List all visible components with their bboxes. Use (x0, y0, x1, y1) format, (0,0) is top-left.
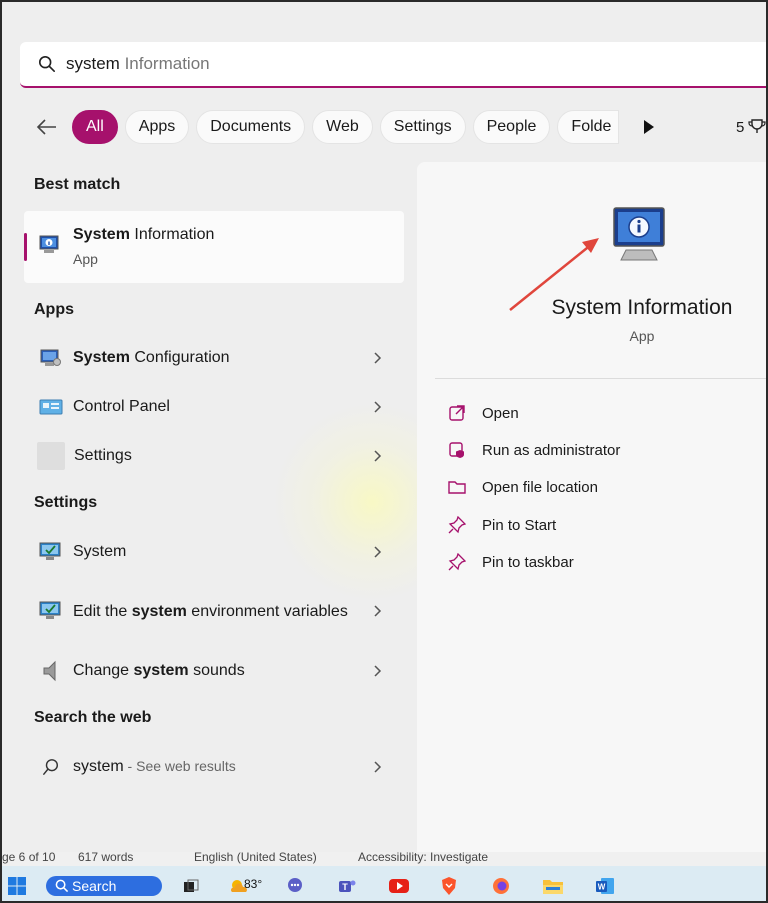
play-icon[interactable] (644, 120, 655, 134)
selection-indicator (24, 233, 27, 261)
chevron-right-icon (368, 665, 388, 677)
chat-icon[interactable] (284, 875, 306, 897)
firefox-icon[interactable] (490, 875, 512, 897)
filter-folders[interactable]: Folde (557, 110, 620, 144)
speaker-icon (38, 658, 64, 684)
back-button[interactable] (32, 112, 62, 142)
search-icon (38, 754, 64, 780)
system-configuration-icon (38, 345, 64, 371)
app-control-panel[interactable]: Control Panel (24, 385, 404, 429)
folder-icon (447, 477, 467, 497)
settings-app-icon (37, 442, 65, 470)
svg-text:W: W (598, 883, 606, 892)
display-icon (38, 539, 64, 565)
taskbar-search-button[interactable]: Search (46, 876, 162, 896)
best-match-type: App (73, 251, 98, 267)
detail-app-name: System Information (551, 296, 733, 319)
status-language[interactable]: English (United States) (194, 850, 317, 864)
chevron-right-icon (368, 546, 388, 558)
status-words: 617 words (78, 850, 134, 864)
detail-app-type: App (629, 328, 655, 344)
best-match-title: System Information (73, 226, 215, 243)
weather-temperature: 83° (244, 877, 263, 891)
action-pin-to-start[interactable]: Pin to Start (447, 510, 556, 540)
system-information-icon (38, 233, 62, 262)
best-match-result[interactable]: System Information App (24, 211, 404, 283)
detail-divider (435, 378, 766, 379)
screenshot-frame: system Information All Apps Documents We… (0, 0, 768, 903)
trophy-icon (748, 119, 766, 133)
word-icon[interactable]: W (594, 875, 616, 897)
filter-people[interactable]: People (472, 110, 551, 144)
action-pin-to-taskbar[interactable]: Pin to taskbar (447, 547, 574, 577)
open-icon (447, 403, 467, 423)
svg-text:T: T (342, 882, 348, 892)
shield-icon (447, 440, 467, 460)
section-search-the-web: Search the web (34, 709, 152, 726)
pin-icon (447, 515, 467, 535)
control-panel-icon (38, 394, 64, 420)
setting-environment-variables[interactable]: Edit the system environment variables (24, 583, 404, 639)
start-search-panel: system Information All Apps Documents We… (2, 2, 766, 852)
chevron-right-icon (368, 401, 388, 413)
search-suggestion: Information (119, 54, 210, 73)
annotation-arrow (509, 238, 599, 311)
environment-variables-icon (38, 598, 64, 624)
chevron-right-icon (368, 352, 388, 364)
filter-all[interactable]: All (72, 110, 118, 144)
rewards-count[interactable]: 5 (736, 118, 766, 136)
task-view-icon[interactable] (180, 875, 202, 897)
pin-icon (447, 552, 467, 572)
status-page: ge 6 of 10 (2, 850, 56, 864)
search-query: system (66, 54, 120, 73)
chevron-right-icon (368, 605, 388, 617)
taskbar-search-label: Search (72, 878, 117, 894)
brave-icon[interactable] (438, 875, 460, 897)
filter-bar: All Apps Documents Web Settings People F… (32, 109, 766, 145)
chevron-right-icon (368, 761, 388, 773)
back-arrow-icon (36, 119, 56, 135)
search-input[interactable]: system Information (20, 42, 766, 88)
chevron-right-icon (368, 450, 388, 462)
action-open-file-location[interactable]: Open file location (447, 472, 598, 502)
setting-change-system-sounds[interactable]: Change system sounds (24, 649, 404, 693)
web-search-result[interactable]: system - See web results (24, 745, 404, 789)
section-settings: Settings (34, 494, 98, 511)
section-best-match: Best match (34, 176, 121, 193)
filter-settings[interactable]: Settings (379, 110, 466, 144)
setting-system[interactable]: System (24, 530, 404, 574)
app-settings[interactable]: Settings (24, 434, 404, 478)
teams-icon[interactable]: T (336, 875, 358, 897)
search-icon (38, 55, 56, 73)
file-explorer-icon[interactable] (542, 875, 564, 897)
filter-apps[interactable]: Apps (124, 110, 190, 144)
search-icon (55, 879, 69, 893)
taskbar: Search 83° T W (2, 866, 766, 901)
rewards-count-value: 5 (736, 118, 745, 136)
section-apps: Apps (34, 301, 74, 318)
system-information-large-icon (612, 206, 670, 271)
document-status-bar: ge 6 of 10 617 words English (United Sta… (2, 850, 766, 866)
filter-documents[interactable]: Documents (196, 110, 306, 144)
action-run-as-administrator[interactable]: Run as administrator (447, 435, 620, 465)
action-open[interactable]: Open (447, 398, 519, 428)
filter-web[interactable]: Web (312, 110, 373, 144)
youtube-icon[interactable] (388, 875, 410, 897)
windows-icon[interactable] (7, 876, 27, 901)
status-accessibility[interactable]: Accessibility: Investigate (358, 850, 488, 864)
